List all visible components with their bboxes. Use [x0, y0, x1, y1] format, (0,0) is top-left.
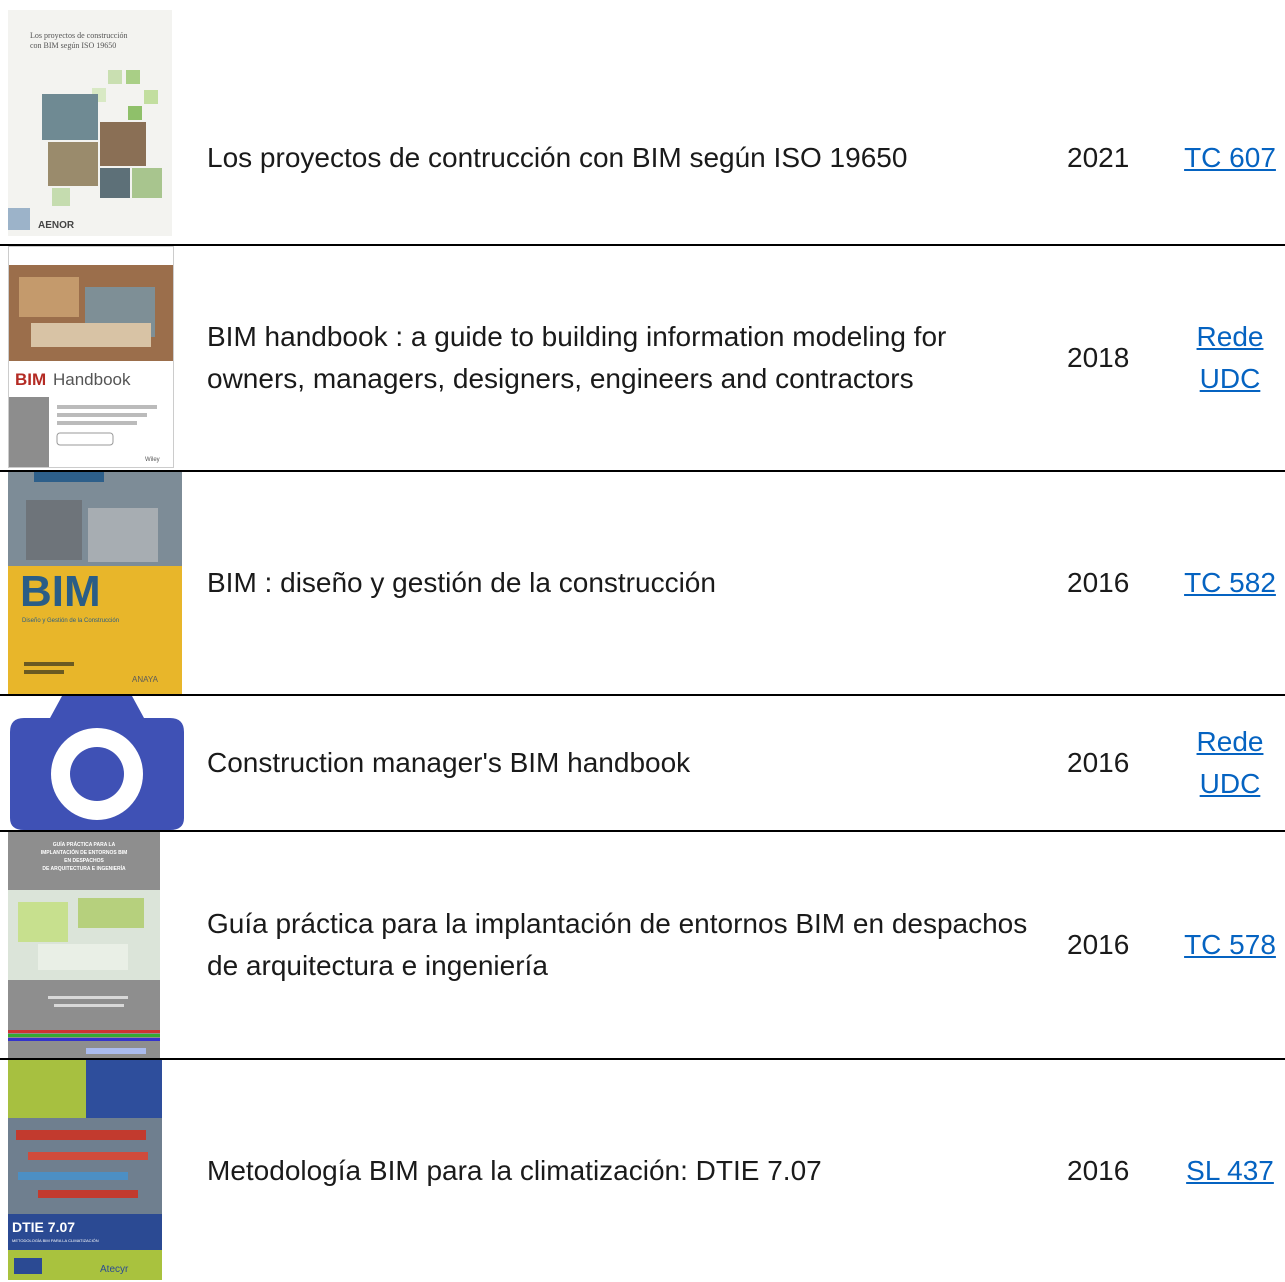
- cover-text: DTIE 7.07: [12, 1219, 75, 1235]
- book-year: 2016: [1067, 1155, 1130, 1186]
- cover-text: BIM: [15, 370, 46, 389]
- call-number-link[interactable]: Rede UDC: [1180, 316, 1280, 400]
- call-number-link[interactable]: TC 582: [1184, 562, 1276, 604]
- list-item: GUÍA PRÁCTICA PARA LA IMPLANTACIÓN DE EN…: [0, 832, 1285, 1058]
- book-cover: BIM Handbook Wiley: [8, 246, 174, 468]
- cover-text: BIM: [20, 567, 101, 616]
- cover-brand: Wiley: [145, 457, 160, 463]
- cover-text: DE ARQUITECTURA E INGENIERÍA: [42, 864, 126, 872]
- call-number-cell: TC 582: [1180, 472, 1280, 694]
- call-number-link[interactable]: TC 607: [1184, 137, 1276, 179]
- cover-text: IMPLANTACIÓN DE ENTORNOS BIM: [41, 848, 127, 856]
- camera-icon: [10, 696, 184, 830]
- book-cover: Los proyectos de construcción con BIM se…: [8, 10, 172, 236]
- book-title: Guía práctica para la implantación de en…: [207, 908, 1028, 981]
- call-number-link[interactable]: TC 578: [1184, 924, 1276, 966]
- book-title: Construction manager's BIM handbook: [207, 747, 691, 778]
- call-number-cell: Rede UDC: [1180, 696, 1280, 830]
- list-item: BIM Handbook Wiley BIM handbook : a guid…: [0, 246, 1285, 470]
- book-title: Metodología BIM para la climatización: D…: [207, 1155, 822, 1186]
- cover-brand: AENOR: [38, 220, 75, 231]
- call-number-cell: TC 578: [1180, 832, 1280, 1058]
- cover-text: con BIM según ISO 19650: [30, 41, 116, 50]
- book-year: 2016: [1067, 929, 1130, 960]
- book-year: 2016: [1067, 747, 1130, 778]
- call-number-link[interactable]: Rede UDC: [1180, 721, 1280, 805]
- book-cover: BIM Diseño y Gestión de la Construcción …: [8, 472, 182, 694]
- call-number-cell: Rede UDC: [1180, 246, 1280, 470]
- cover-text: Los proyectos de construcción: [30, 31, 128, 40]
- cover-brand: ANAYA: [132, 675, 159, 684]
- cover-text: METODOLOGÍA BIM PARA LA CLIMATIZACIÓN: [12, 1238, 99, 1243]
- call-number-cell: SL 437: [1180, 1060, 1280, 1282]
- book-title: BIM handbook : a guide to building infor…: [207, 321, 947, 394]
- book-title: BIM : diseño y gestión de la construcció…: [207, 567, 716, 598]
- list-item: BIM Diseño y Gestión de la Construcción …: [0, 472, 1285, 694]
- list-item: Los proyectos de construcción con BIM se…: [0, 0, 1285, 244]
- cover-text: GUÍA PRÁCTICA PARA LA: [53, 840, 116, 848]
- book-year: 2016: [1067, 567, 1130, 598]
- list-item: DTIE 7.07 METODOLOGÍA BIM PARA LA CLIMAT…: [0, 1060, 1285, 1282]
- book-cover: GUÍA PRÁCTICA PARA LA IMPLANTACIÓN DE EN…: [8, 832, 160, 1058]
- cover-brand: Atecyr: [100, 1264, 129, 1275]
- cover-text: EN DESPACHOS: [64, 858, 104, 864]
- book-year: 2018: [1067, 342, 1130, 373]
- cover-text: Handbook: [53, 370, 131, 389]
- book-cover: DTIE 7.07 METODOLOGÍA BIM PARA LA CLIMAT…: [8, 1060, 162, 1280]
- call-number-link[interactable]: SL 437: [1186, 1150, 1274, 1192]
- cover-text: Diseño y Gestión de la Construcción: [22, 618, 119, 624]
- list-item: Construction manager's BIM handbook 2016…: [0, 696, 1285, 830]
